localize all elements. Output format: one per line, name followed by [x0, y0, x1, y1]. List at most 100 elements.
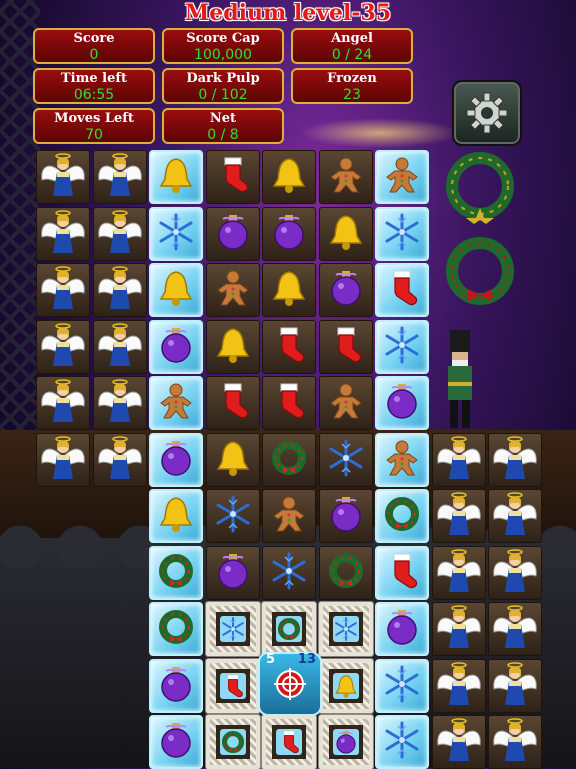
board-cell-wreath[interactable] — [262, 432, 316, 487]
gingerbread-icon — [382, 155, 422, 199]
board-cell-angel[interactable] — [92, 206, 147, 261]
board-cell-angel[interactable] — [488, 489, 542, 543]
board-cell-snowflake[interactable] — [149, 206, 203, 261]
gingerbread-icon — [156, 381, 196, 425]
board-cell-angel[interactable] — [92, 263, 147, 317]
board-cell-bell[interactable] — [262, 263, 316, 317]
dark-pulp-value: 0 / 102 — [198, 87, 248, 103]
board-cell-gingerbread[interactable] — [318, 376, 373, 430]
board-cell-ornament[interactable] — [375, 602, 429, 656]
dark-pulp-label: Dark Pulp — [186, 71, 260, 86]
board-cell-angel[interactable] — [488, 602, 542, 656]
board-cell-angel[interactable] — [36, 206, 90, 261]
bell-icon — [156, 494, 196, 538]
board-cell-ornament[interactable] — [317, 714, 374, 769]
board-cell-stocking[interactable] — [262, 376, 316, 430]
board-cell-snowflake[interactable] — [262, 545, 316, 600]
board-cell-gingerbread[interactable] — [149, 376, 203, 430]
board-cell-ornament[interactable] — [375, 376, 429, 430]
board-cell-bell[interactable] — [149, 150, 203, 204]
board-cell-snowflake[interactable] — [317, 601, 374, 657]
stocking-icon — [276, 729, 302, 755]
board-cell-snowflake[interactable] — [204, 601, 261, 657]
board-cell-stocking[interactable] — [261, 714, 317, 769]
board-cell-stocking[interactable] — [375, 545, 429, 600]
board-cell-bell[interactable] — [205, 319, 260, 374]
board-cell-angel[interactable] — [431, 432, 486, 487]
board-cell-gingerbread[interactable] — [262, 489, 316, 543]
board-cell-ornament[interactable] — [262, 206, 316, 261]
angel-icon — [434, 602, 484, 656]
board-cell-ornament[interactable] — [318, 489, 373, 543]
board-cell-angel[interactable] — [431, 489, 486, 543]
board-cell-ornament[interactable] — [318, 263, 373, 317]
board-cell-angel[interactable] — [36, 376, 90, 430]
angel-label: Angel — [331, 31, 373, 46]
board-cell-snowflake[interactable] — [375, 715, 429, 769]
board-cell-stocking[interactable] — [375, 263, 429, 317]
bell-icon — [332, 672, 359, 699]
board-cell-gingerbread[interactable] — [375, 432, 429, 487]
board-cell-wreath[interactable] — [375, 489, 429, 543]
board-cell-gingerbread[interactable] — [205, 263, 260, 317]
board-cell-ornament[interactable] — [149, 319, 203, 374]
board-cell-wreath[interactable] — [204, 714, 261, 769]
board-cell-angel[interactable] — [92, 376, 147, 430]
board-cell-angel[interactable] — [488, 715, 542, 769]
angel-icon — [95, 150, 145, 204]
board-cell-bell[interactable] — [205, 432, 260, 487]
board-cell-snowflake[interactable] — [318, 432, 373, 487]
board-cell-ornament[interactable] — [149, 715, 203, 769]
board-cell-angel[interactable] — [36, 263, 90, 317]
snowflake-icon — [382, 720, 422, 764]
board-cell-stocking[interactable] — [204, 657, 261, 714]
board-cell-angel[interactable] — [431, 545, 486, 600]
board-cell-wreath[interactable] — [318, 545, 373, 600]
ornament-icon — [156, 325, 196, 369]
board-cell-angel[interactable] — [488, 545, 542, 600]
ornament-icon — [156, 438, 196, 482]
target-badge[interactable]: 5 13 — [258, 652, 322, 716]
board-cell-wreath[interactable] — [149, 545, 203, 600]
board-cell-angel[interactable] — [36, 150, 90, 204]
board-cell-stocking[interactable] — [205, 150, 260, 204]
board-cell-angel[interactable] — [92, 319, 147, 374]
board-cell-stocking[interactable] — [262, 319, 316, 374]
board-cell-angel[interactable] — [488, 432, 542, 487]
ornament-icon — [156, 720, 196, 764]
board-cell-gingerbread[interactable] — [375, 150, 429, 204]
board-cell-wreath[interactable] — [261, 601, 317, 657]
settings-button[interactable] — [452, 80, 522, 146]
board-cell-snowflake[interactable] — [375, 658, 429, 713]
board-cell-ornament[interactable] — [149, 432, 203, 487]
frozen-value: 23 — [343, 87, 361, 103]
board-cell-angel[interactable] — [431, 715, 486, 769]
board-cell-angel[interactable] — [36, 432, 90, 487]
stocking-icon — [382, 268, 422, 312]
board-cell-angel[interactable] — [36, 319, 90, 374]
board-cell-bell[interactable] — [318, 206, 373, 261]
board-cell-snowflake[interactable] — [205, 489, 260, 543]
board-cell-bell[interactable] — [149, 263, 203, 317]
snowflake-icon — [382, 325, 422, 369]
board-cell-angel[interactable] — [92, 150, 147, 204]
dark-pulp-panel: Dark Pulp 0 / 102 — [162, 68, 284, 104]
board-cell-bell[interactable] — [149, 489, 203, 543]
snowflake-icon — [326, 438, 366, 482]
board-cell-bell[interactable] — [317, 657, 374, 714]
board-cell-stocking[interactable] — [318, 319, 373, 374]
board-cell-wreath[interactable] — [149, 602, 203, 656]
board-cell-bell[interactable] — [262, 150, 316, 204]
snowflake-icon — [382, 664, 422, 708]
board-cell-ornament[interactable] — [205, 206, 260, 261]
board-cell-angel[interactable] — [431, 602, 486, 656]
board-cell-gingerbread[interactable] — [318, 150, 373, 204]
board-cell-angel[interactable] — [92, 432, 147, 487]
board-cell-ornament[interactable] — [205, 545, 260, 600]
board-cell-stocking[interactable] — [205, 376, 260, 430]
board-cell-angel[interactable] — [431, 658, 486, 713]
board-cell-snowflake[interactable] — [375, 206, 429, 261]
board-cell-snowflake[interactable] — [375, 319, 429, 374]
board-cell-angel[interactable] — [488, 658, 542, 713]
board-cell-ornament[interactable] — [149, 658, 203, 713]
